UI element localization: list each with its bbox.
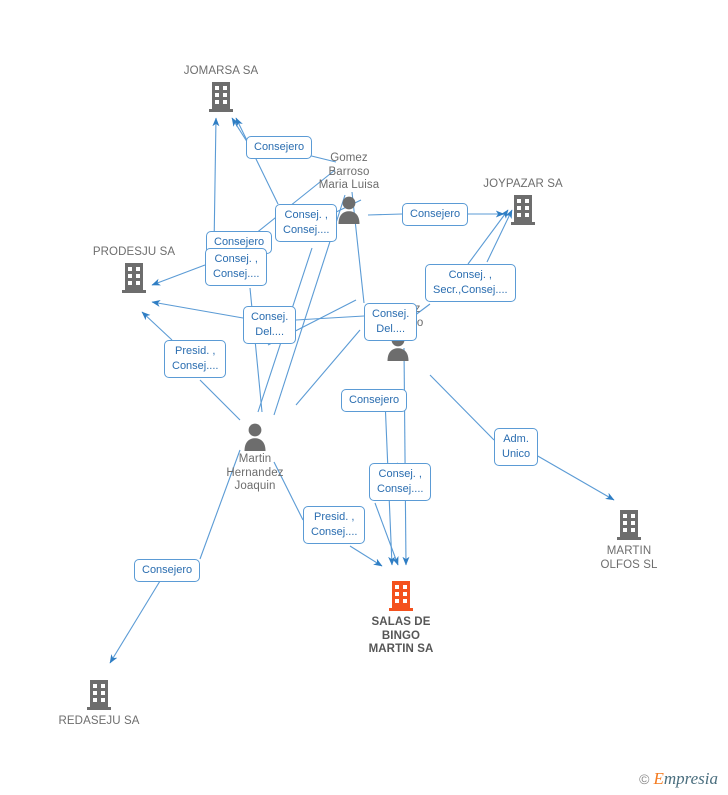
node-company-salas-de-bingo-martin[interactable]: SALAS DE BINGO MARTIN SA xyxy=(341,578,461,657)
edge-label-adm-unico-martin-olfos[interactable]: Adm. Unico xyxy=(494,428,539,466)
node-label-salas: SALAS DE BINGO MARTIN SA xyxy=(368,616,434,655)
edge-label7-prodesju xyxy=(151,299,244,319)
edge-label-consej-consej-martinez-jomarsa[interactable]: Consej. , Consej.... xyxy=(275,204,338,242)
edge-label-consej-consej-prodesju[interactable]: Consej. , Consej.... xyxy=(205,248,268,286)
building-icon xyxy=(74,260,194,296)
building-icon xyxy=(39,677,159,713)
watermark-brand-initial: E xyxy=(653,769,664,788)
edge-label-consej-del-martinez[interactable]: Consej. Del.... xyxy=(364,303,418,341)
relationship-graph: JOMARSA SA JOYPAZAR SA PRODESJU SA Gomez… xyxy=(0,0,728,795)
edge-label-consej-del-prodesju[interactable]: Consej. Del.... xyxy=(243,306,297,344)
node-label-redaseju: REDASEJU SA xyxy=(58,715,140,727)
node-company-jomarsa[interactable]: JOMARSA SA xyxy=(161,63,281,115)
node-label-joaquin: Martin Hernandez Joaquin xyxy=(226,453,284,492)
edge-label-presid-consej-salas[interactable]: Presid. , Consej.... xyxy=(303,506,366,544)
node-label-joypazar: JOYPAZAR SA xyxy=(483,178,563,190)
watermark-brand-rest: mpresia xyxy=(663,769,718,788)
edge-label11-martinolfos xyxy=(535,454,615,501)
node-label-martin-olfos: MARTIN OLFOS SL xyxy=(600,545,658,571)
building-icon xyxy=(569,507,689,543)
node-company-prodesju[interactable]: PRODESJU SA xyxy=(74,244,194,296)
edge-label14-redaseju xyxy=(109,580,161,664)
edge-label-consej-secr-consej-joypazar[interactable]: Consej. , Secr.,Consej.... xyxy=(425,264,516,302)
person-icon xyxy=(195,422,315,452)
edge-martinez-label11 xyxy=(429,374,495,441)
edge-label-consejero-redaseju[interactable]: Consejero xyxy=(134,559,201,582)
edge-gomez-salas xyxy=(402,347,410,566)
node-company-joypazar[interactable]: JOYPAZAR SA xyxy=(463,176,583,228)
building-icon xyxy=(341,578,461,614)
building-icon xyxy=(463,192,583,228)
watermark-brand: Empresia xyxy=(653,769,718,789)
node-company-redaseju[interactable]: REDASEJU SA xyxy=(39,677,159,729)
edge-label-consej-consej-salas[interactable]: Consej. , Consej.... xyxy=(369,463,432,501)
node-label-prodesju: PRODESJU SA xyxy=(92,246,176,258)
building-icon xyxy=(161,79,281,115)
edge-label-consejero-martinez-salas[interactable]: Consejero xyxy=(341,389,408,412)
edge-martinez-jomarsa xyxy=(235,117,279,205)
node-person-martin-hernandez-joaquin[interactable]: Martin Hernandez Joaquin xyxy=(195,422,315,494)
copyright-icon: © xyxy=(639,771,650,787)
watermark: © Empresia xyxy=(639,769,718,789)
edge-label-consejero-gomez-joypazar[interactable]: Consejero xyxy=(402,203,469,226)
edge-joaquin-jomarsa xyxy=(212,117,220,249)
edge-joaquin-label9 xyxy=(199,379,241,421)
edge-label9-prodesju xyxy=(141,311,173,341)
edge-label12-salas xyxy=(374,502,399,566)
edge-label-presid-consej-prodesju[interactable]: Presid. , Consej.... xyxy=(164,340,227,378)
node-label-jomarsa: JOMARSA SA xyxy=(183,65,259,77)
edge-label-consejero-gomez-jomarsa[interactable]: Consejero xyxy=(246,136,313,159)
edge-label13-salas xyxy=(349,545,383,567)
node-company-martin-olfos[interactable]: MARTIN OLFOS SL xyxy=(569,507,689,572)
